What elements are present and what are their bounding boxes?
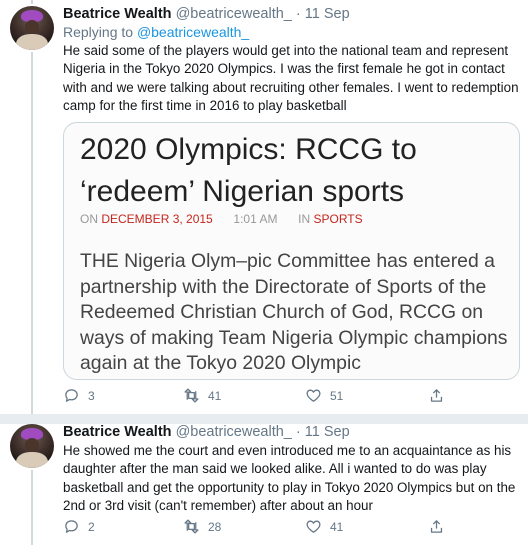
user-handle[interactable]: @beatricewealth_	[176, 424, 292, 440]
tweet-header: Beatrice Wealth @beatricewealth_ · 11 Se…	[63, 424, 350, 440]
tweet-2[interactable]: Beatrice Wealth @beatricewealth_ · 11 Se…	[0, 418, 528, 545]
avatar[interactable]	[10, 6, 54, 50]
retweet-icon	[184, 388, 199, 403]
avatar[interactable]	[10, 424, 54, 468]
timestamp[interactable]: · 11 Sep	[296, 6, 350, 22]
card-title: 2020 Olympics: RCCG to ‘redeem’ Nigerian…	[80, 133, 417, 208]
retweet-button[interactable]: 28	[183, 518, 221, 535]
like-count: 41	[330, 519, 344, 534]
tweet-header: Beatrice Wealth @beatricewealth_ · 11 Se…	[63, 6, 350, 22]
reply-count: 2	[88, 519, 95, 534]
card-meta-on: ON	[80, 212, 98, 226]
avatar-body	[16, 34, 48, 50]
retweet-button[interactable]: 41	[183, 387, 221, 404]
reply-button[interactable]: 2	[63, 518, 95, 535]
card-meta: ON DECEMBER 3, 2015 1:01 AM IN SPORTS	[80, 212, 363, 226]
like-button[interactable]: 41	[305, 518, 343, 535]
heart-icon	[306, 389, 321, 402]
share-button[interactable]	[428, 518, 445, 535]
tweet-1[interactable]: Beatrice Wealth @beatricewealth_ · 11 Se…	[0, 0, 528, 414]
replying-to-label: Replying to	[63, 24, 134, 40]
retweet-icon	[184, 519, 199, 534]
avatar-face	[25, 438, 39, 452]
card-body: THE Nigeria Olym–pic Committee has enter…	[80, 250, 508, 375]
reply-icon	[65, 520, 78, 533]
like-button[interactable]: 51	[305, 387, 343, 404]
retweet-count: 28	[208, 519, 222, 534]
user-handle[interactable]: @beatricewealth_	[176, 6, 292, 22]
card-meta-time: 1:01 AM	[233, 212, 278, 226]
avatar-body	[16, 452, 48, 468]
card-meta-category: SPORTS	[313, 212, 363, 226]
timestamp[interactable]: · 11 Sep	[296, 424, 350, 440]
link-card[interactable]: 2020 Olympics: RCCG to ‘redeem’ Nigerian…	[63, 122, 520, 380]
share-icon	[430, 520, 443, 533]
reply-icon	[65, 389, 78, 402]
retweet-count: 41	[208, 388, 222, 403]
reply-count: 3	[88, 388, 95, 403]
like-count: 51	[330, 388, 344, 403]
card-meta-date: DECEMBER 3, 2015	[101, 212, 213, 226]
tweet-text: He said some of the players would get in…	[63, 43, 519, 114]
display-name[interactable]: Beatrice Wealth	[63, 6, 172, 22]
heart-icon	[306, 520, 321, 533]
share-button[interactable]	[428, 387, 445, 404]
replying-to: Replying to @beatricewealth_	[63, 24, 249, 40]
reply-button[interactable]: 3	[63, 387, 95, 404]
card-meta-in: IN	[298, 212, 311, 226]
tweet-text: He showed me the court and even introduc…	[63, 443, 516, 514]
share-icon	[430, 389, 443, 402]
avatar-face	[25, 20, 39, 34]
display-name[interactable]: Beatrice Wealth	[63, 424, 172, 440]
replying-to-mention[interactable]: @beatricewealth_	[137, 24, 249, 40]
